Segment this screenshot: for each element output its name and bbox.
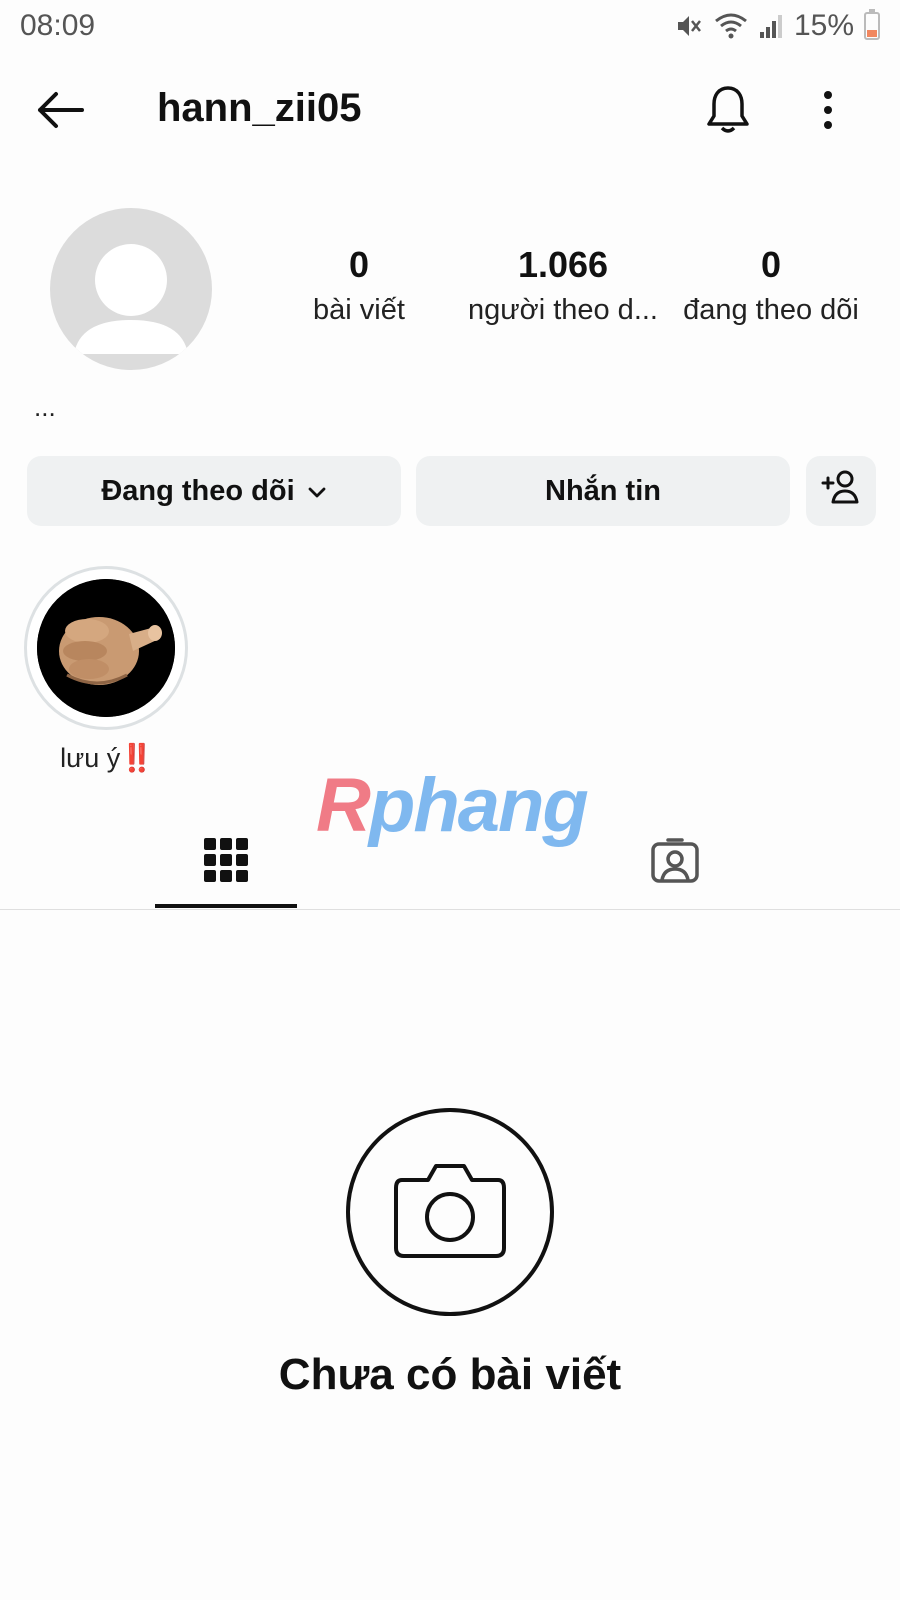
wifi-icon (714, 11, 748, 41)
add-person-icon (821, 469, 861, 513)
message-button-label: Nhắn tin (545, 474, 661, 507)
tagged-icon (650, 836, 700, 889)
highlight-label: lưu ý‼️ (24, 742, 190, 774)
profile-header: hann_zii05 (0, 72, 900, 152)
following-button-label: Đang theo dõi (101, 474, 295, 507)
following-button[interactable]: Đang theo dõi (27, 456, 401, 526)
active-tab-indicator (155, 904, 297, 908)
message-button[interactable]: Nhắn tin (416, 456, 790, 526)
following-label: đang theo dõi (683, 294, 859, 326)
mute-icon (674, 11, 704, 41)
following-count: 0 (760, 244, 782, 285)
profile-stats: 0 bài viết 1.066 người theo d... 0 đang … (300, 244, 880, 344)
default-avatar-icon (74, 244, 188, 354)
tab-posts-grid[interactable] (155, 816, 297, 908)
bell-icon (705, 84, 751, 141)
empty-state-text: Chưa có bài viết (278, 1350, 622, 1399)
suggested-people-button[interactable] (806, 456, 876, 526)
highlight-cover-image (37, 579, 175, 717)
status-icons: 15% (674, 9, 880, 43)
story-highlight[interactable]: lưu ý‼️ (24, 566, 190, 774)
profile-bio: ... (34, 392, 56, 422)
status-time: 08:09 (20, 9, 96, 42)
pointing-fist-image (37, 579, 175, 717)
grid-icon (203, 837, 249, 888)
back-arrow-icon (34, 90, 86, 135)
stat-followers[interactable]: 1.066 người theo d... (465, 244, 661, 327)
notifications-button[interactable] (700, 82, 756, 142)
battery-icon (864, 9, 880, 40)
posts-count: 0 (348, 244, 370, 285)
camera-icon (392, 1160, 508, 1265)
empty-state-camera (346, 1108, 554, 1316)
stat-following[interactable]: 0 đang theo dõi (674, 244, 868, 327)
followers-count: 1.066 (517, 244, 609, 285)
more-options-button[interactable] (808, 82, 848, 142)
back-button[interactable] (32, 88, 88, 136)
profile-tabs (0, 816, 900, 910)
chevron-down-icon (307, 475, 327, 508)
profile-username: hann_zii05 (157, 86, 362, 130)
highlight-label-text: lưu ý (60, 743, 121, 773)
tab-tagged[interactable] (604, 816, 746, 908)
highlight-ring (24, 566, 188, 730)
followers-label: người theo d... (468, 294, 658, 326)
signal-icon (758, 12, 784, 40)
posts-label: bài viết (313, 294, 405, 326)
more-vert-icon (823, 90, 833, 135)
battery-text: 15% (793, 9, 854, 42)
profile-avatar[interactable] (50, 208, 212, 370)
stat-posts[interactable]: 0 bài viết (300, 244, 418, 327)
status-bar: 08:09 15% (0, 0, 900, 52)
double-exclamation-icon: ‼️ (120, 743, 154, 773)
